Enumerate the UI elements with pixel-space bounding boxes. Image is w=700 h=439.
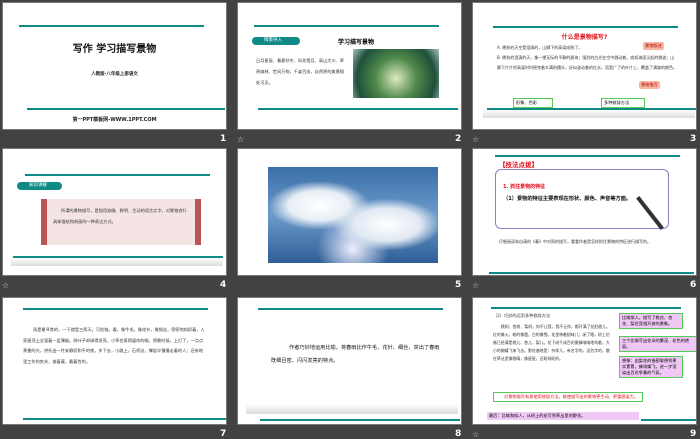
animation-icon[interactable]: ☆ xyxy=(237,135,244,144)
section-badge: 情景导入 xyxy=(252,37,300,45)
slide-number: 2 xyxy=(455,134,462,144)
top-line xyxy=(493,26,678,28)
slide-thumbnail-3[interactable]: 什么是景物描写? A. 晚秋的天空是澄清的，山脚下的高粱成熟了。 B. 晚秋的澄… xyxy=(472,2,697,130)
shadow-bar xyxy=(483,110,695,118)
note-personification: 比喻拟人，描写了桃花、杏花、梨花竞相开放的景象。 xyxy=(619,313,683,329)
slide-number: 5 xyxy=(455,280,462,290)
summary-box: 对景物描写有意使用修辞方法，能使描写出的景物更生动，更富感染力。 xyxy=(493,392,643,402)
sentence-b: B. 晚秋的澄清的天，像一望无际的平静的碧海；强烈的白光在空中跳动着，宛如海面泛… xyxy=(497,55,677,70)
slide-heading: （2）巧妙的运用多种修辞方法 xyxy=(493,313,551,318)
bamboo-image xyxy=(353,49,439,98)
callout-description: 景物描写 xyxy=(639,81,660,89)
section-header: 【技法点拨】 xyxy=(499,161,538,169)
tag-shape-color: 形象、色彩 xyxy=(513,98,553,108)
slide-body: 雨是最寻常的，一下就是三两天。可别恼。看，像牛毛，像花针，像细丝，密密地斜织着，… xyxy=(23,327,205,364)
top-line xyxy=(495,155,680,157)
bottom-line xyxy=(27,108,225,110)
slide-body: 仔细阅读朱自清的《春》中对雨的描写，看看作者是怎样抓住景物的特征进行描写的。 xyxy=(499,239,651,244)
sentence-a: A. 晚秋的天空是澄清的，山脚下的高粱成熟了。 xyxy=(497,45,583,50)
footer-box: 最后：比喻和拟人，从树上的花写到草丛里的野花。 xyxy=(487,412,639,420)
animation-icon[interactable]: ☆ xyxy=(472,135,479,144)
slide-title: 什么是景物描写? xyxy=(561,34,608,41)
slide-thumbnail-2[interactable]: 情景导入 学习描写景物 日月星辰、春夏秋冬、风花雪月、高山大川、草原森林、世间万… xyxy=(237,2,462,130)
section-badge: 知识讲解 xyxy=(17,182,62,190)
bottom-line xyxy=(489,272,694,274)
callout-narration: 景物叙述 xyxy=(643,42,664,50)
top-line xyxy=(23,308,208,310)
slide-number: 3 xyxy=(690,134,697,144)
slide-thumbnail-9[interactable]: （2）巧妙的运用多种修辞方法 桃树、杏树、梨树，你不让我，我不让你，都开满了花赶… xyxy=(472,297,697,425)
slide-body: 所谓的景物描写，是指用准确、鲜明、生动的语言文字，对景物进行具体描绘和刻画的一种… xyxy=(53,208,187,224)
slide-body: 日月星辰、春夏秋冬、风花雪月、高山大川、草原森林、世间万物，千姿百态，自然界的美… xyxy=(256,58,344,85)
slide-body: 桃树、杏树、梨树，你不让我，我不让你，都开满了花赶趟儿。红的像火，粉的像霞，白的… xyxy=(493,324,610,361)
slide-number: 1 xyxy=(220,134,227,144)
slide-title: 学习描写景物 xyxy=(338,39,375,46)
slide-thumbnail-7[interactable]: 雨是最寻常的，一下就是三两天。可别恼。看，像牛毛，像花针，像细丝，密密地斜织着，… xyxy=(2,297,227,425)
bottom-line xyxy=(258,108,458,110)
slide-body: 作者巧妙地运用比喻，将春雨比作牛毛、花针、细丝，突出了春雨既细且密、闪闪发亮的特… xyxy=(271,345,440,364)
slide-title: 写作 学习描写景物 xyxy=(72,44,157,55)
top-line xyxy=(19,25,204,27)
slide-number: 6 xyxy=(690,280,697,290)
shadow-bar xyxy=(246,404,458,414)
tag-rhetoric: 多种修辞方法 xyxy=(601,98,645,108)
top-line xyxy=(258,308,443,310)
note-metaphor: 三个比喻写出花朵的繁茂、花色的艳丽。 xyxy=(619,336,696,352)
animation-icon[interactable]: ☆ xyxy=(472,281,479,290)
slide-thumbnail-6[interactable]: 【技法点拨】 1. 抓住景物的特征 （1）景物的特征主要表现在形状、颜色、声音等… xyxy=(472,148,697,276)
slide-number: 4 xyxy=(220,280,227,290)
top-line xyxy=(254,25,439,27)
top-line xyxy=(25,174,210,176)
bottom-line xyxy=(23,418,226,420)
slide-thumbnail-1[interactable]: 写作 学习描写景物 人教版·八年级上册语文 第一PPT模板网-WWW.1PPT.… xyxy=(2,2,227,130)
cloud-sky-image xyxy=(268,167,438,263)
slide-thumbnail-5[interactable] xyxy=(237,148,462,276)
slide-thumbnail-4[interactable]: 知识讲解 所谓的景物描写，是指用准确、鲜明、生动的语言文字，对景物进行具体描绘和… xyxy=(2,148,227,276)
shadow-bar xyxy=(11,258,223,266)
slide-thumbnail-8[interactable]: 作者巧妙地运用比喻，将春雨比作牛毛、花针、细丝，突出了春雨既细且密、闪闪发亮的特… xyxy=(237,297,462,425)
slide-footer: 第一PPT模板网-WWW.1PPT.COM xyxy=(72,117,157,123)
bottom-line xyxy=(641,419,696,421)
bottom-line xyxy=(260,419,460,421)
point-detail: （1）景物的特征主要表现在形状、颜色、声音等方面。 xyxy=(503,196,632,202)
top-line xyxy=(491,307,681,309)
slide-subtitle: 人教版·八年级上册语文 xyxy=(91,72,138,77)
point-heading: 1. 抓住景物的特征 xyxy=(503,184,546,190)
animation-icon[interactable]: ☆ xyxy=(2,281,9,290)
note-imagination: 想像：由梨花的香甜联想到果实累累，蜂闹蝶飞，进一步渲染出百花争春的气氛。 xyxy=(619,356,683,378)
